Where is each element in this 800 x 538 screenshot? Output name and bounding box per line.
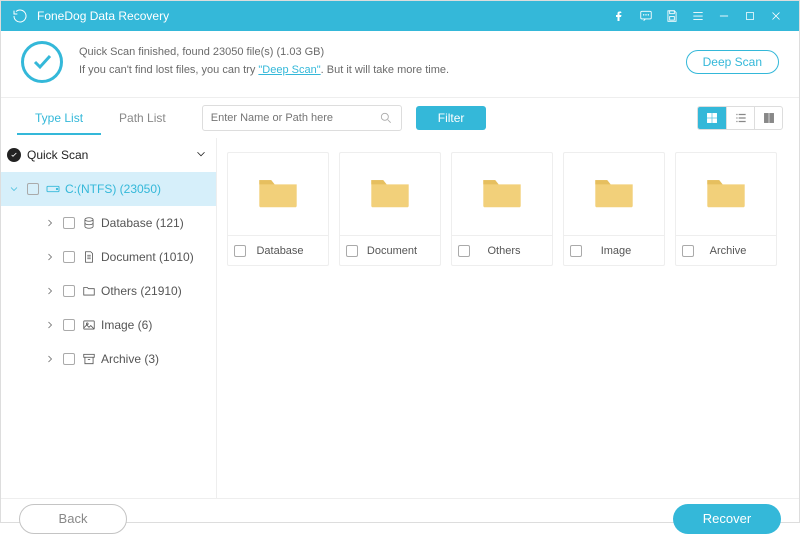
grid-item-others[interactable]: Others xyxy=(451,152,553,266)
checkbox[interactable] xyxy=(63,353,75,365)
sidebar-item-label: Others (21910) xyxy=(101,284,182,298)
drive-icon xyxy=(45,181,61,197)
bullet-check-icon xyxy=(7,148,21,162)
search-input[interactable] xyxy=(211,112,379,124)
sidebar-item-label: Archive (3) xyxy=(101,352,159,366)
toolbar: Type List Path List Filter xyxy=(1,98,799,138)
main-area: Quick Scan C:(NTFS) (23050) Database (12… xyxy=(1,138,799,498)
scan-hint-prefix: If you can't find lost files, you can tr… xyxy=(79,64,258,76)
view-list-icon[interactable] xyxy=(726,107,754,129)
folder-icon xyxy=(705,175,747,209)
sidebar-item-document[interactable]: Document (1010) xyxy=(1,240,216,274)
sidebar-root-quickscan[interactable]: Quick Scan xyxy=(1,138,216,172)
recover-button[interactable]: Recover xyxy=(673,504,781,534)
grid-item-image[interactable]: Image xyxy=(563,152,665,266)
sidebar-item-database[interactable]: Database (121) xyxy=(1,206,216,240)
grid-item-label: Document xyxy=(350,245,434,257)
chevron-right-icon[interactable] xyxy=(43,285,57,297)
checkbox[interactable] xyxy=(63,251,75,263)
checkbox[interactable] xyxy=(27,183,39,195)
minimize-icon[interactable] xyxy=(711,1,737,31)
sidebar-item-label: Document (1010) xyxy=(101,250,194,264)
grid-item-label: Database xyxy=(238,245,322,257)
checkbox[interactable] xyxy=(63,319,75,331)
sidebar-item-label: Image (6) xyxy=(101,318,152,332)
sidebar-item-archive[interactable]: Archive (3) xyxy=(1,342,216,376)
close-icon[interactable] xyxy=(763,1,789,31)
scan-summary-bar: Quick Scan finished, found 23050 file(s)… xyxy=(1,31,799,98)
view-grid-icon[interactable] xyxy=(698,107,726,129)
maximize-icon[interactable] xyxy=(737,1,763,31)
sidebar: Quick Scan C:(NTFS) (23050) Database (12… xyxy=(1,138,217,498)
chevron-right-icon[interactable] xyxy=(43,251,57,263)
footer: Back Recover xyxy=(1,498,799,538)
chevron-right-icon[interactable] xyxy=(43,353,57,365)
scan-result-line: Quick Scan finished, found 23050 file(s)… xyxy=(79,44,686,62)
grid-item-document[interactable]: Document xyxy=(339,152,441,266)
sidebar-item-label: Database (121) xyxy=(101,216,184,230)
filter-button[interactable]: Filter xyxy=(416,106,487,130)
deep-scan-link[interactable]: "Deep Scan" xyxy=(258,64,320,76)
deep-scan-button[interactable]: Deep Scan xyxy=(686,50,779,74)
view-mode-switch xyxy=(697,106,783,130)
folder-icon xyxy=(257,175,299,209)
chevron-right-icon[interactable] xyxy=(43,217,57,229)
folder-icon xyxy=(481,175,523,209)
success-check-icon xyxy=(21,41,63,83)
search-icon xyxy=(379,111,393,125)
sidebar-item-image[interactable]: Image (6) xyxy=(1,308,216,342)
folder-icon xyxy=(81,284,97,298)
scan-hint-suffix: . But it will take more time. xyxy=(321,64,449,76)
app-logo-icon xyxy=(11,7,29,25)
menu-icon[interactable] xyxy=(685,1,711,31)
app-title: FoneDog Data Recovery xyxy=(37,9,169,23)
grid-item-label: Archive xyxy=(686,245,770,257)
search-box[interactable] xyxy=(202,105,402,131)
sidebar-drive-label: C:(NTFS) (23050) xyxy=(65,182,161,196)
checkbox[interactable] xyxy=(63,217,75,229)
grid-item-archive[interactable]: Archive xyxy=(675,152,777,266)
sidebar-drive-c[interactable]: C:(NTFS) (23050) xyxy=(1,172,216,206)
chevron-down-icon[interactable] xyxy=(194,147,208,164)
tab-path-list[interactable]: Path List xyxy=(101,101,184,135)
titlebar: FoneDog Data Recovery xyxy=(1,1,799,31)
grid-item-label: Image xyxy=(574,245,658,257)
tab-type-list[interactable]: Type List xyxy=(17,101,101,135)
checkbox[interactable] xyxy=(63,285,75,297)
chevron-down-icon[interactable] xyxy=(7,183,21,195)
sidebar-item-others[interactable]: Others (21910) xyxy=(1,274,216,308)
database-icon xyxy=(81,216,97,230)
sidebar-root-label: Quick Scan xyxy=(27,148,88,162)
tabs: Type List Path List xyxy=(17,101,184,135)
file-grid: Database Document Others Image Archive xyxy=(217,138,799,498)
facebook-icon[interactable] xyxy=(607,1,633,31)
back-button[interactable]: Back xyxy=(19,504,127,534)
image-icon xyxy=(81,318,97,332)
chevron-right-icon[interactable] xyxy=(43,319,57,331)
archive-icon xyxy=(81,352,97,366)
folder-icon xyxy=(369,175,411,209)
scan-summary-text: Quick Scan finished, found 23050 file(s)… xyxy=(79,44,686,79)
grid-item-database[interactable]: Database xyxy=(227,152,329,266)
view-detail-icon[interactable] xyxy=(754,107,782,129)
feedback-icon[interactable] xyxy=(633,1,659,31)
folder-icon xyxy=(593,175,635,209)
document-icon xyxy=(81,250,97,264)
grid-item-label: Others xyxy=(462,245,546,257)
save-icon[interactable] xyxy=(659,1,685,31)
